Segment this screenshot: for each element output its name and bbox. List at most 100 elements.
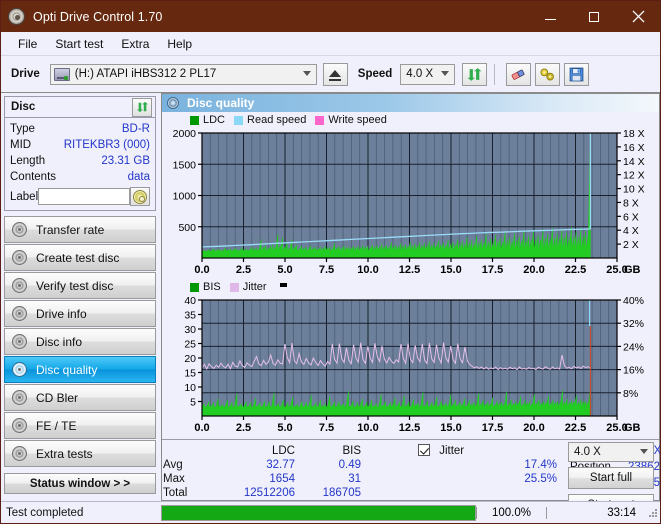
sidebar-item-verify-test-disc[interactable]: Verify test disc xyxy=(4,272,156,299)
svg-text:40: 40 xyxy=(184,295,196,307)
save-button[interactable] xyxy=(564,62,590,86)
disc-row-key: Type xyxy=(10,123,35,135)
chart2-wrap: 5 10 15 20 25 30 35 40 8% 16% 24% 32% 40% 0.0 2.5 5.0 7.… xyxy=(162,294,659,437)
maximize-button[interactable] xyxy=(572,1,616,32)
minimize-button[interactable] xyxy=(528,1,572,32)
save-icon xyxy=(569,67,584,81)
svg-text:8 X: 8 X xyxy=(623,197,639,209)
disc-icon xyxy=(12,418,27,433)
disc-panel-title: Disc xyxy=(11,101,36,113)
ldc-read-speed-chart[interactable]: 500 1000 1500 2000 2 X 4 X 6 X 8 X10 X 12 X 14 X 1… xyxy=(162,127,659,279)
stats-avg-bis: 0.49 xyxy=(338,459,361,471)
test-speed-value: 4.0 X xyxy=(574,446,601,458)
stats-row-label: Total xyxy=(163,487,188,499)
sidebar-item-disc-quality[interactable]: Disc quality xyxy=(4,356,156,383)
disc-icon xyxy=(12,334,27,349)
stats-total-ldc: 12512206 xyxy=(243,487,295,499)
tools-button[interactable] xyxy=(535,62,561,86)
main-panel-header: Disc quality xyxy=(162,94,659,112)
svg-text:0.0: 0.0 xyxy=(194,422,209,434)
stats-total-bis: 186705 xyxy=(322,487,361,499)
drive-select[interactable]: (H:) ATAPI iHBS312 2 PL17 xyxy=(49,63,317,85)
svg-text:10.0: 10.0 xyxy=(357,264,378,276)
svg-text:2 X: 2 X xyxy=(623,239,639,251)
erase-button[interactable] xyxy=(506,62,532,86)
sidebar-item-create-test-disc[interactable]: Create test disc xyxy=(4,244,156,271)
bis-jitter-chart[interactable]: 5 10 15 20 25 30 35 40 8% 16% 24% 32% 40% 0.0 2.5 5.0 7.… xyxy=(162,294,659,437)
disc-icon xyxy=(8,8,25,25)
disc-label-button[interactable] xyxy=(130,187,150,206)
drive-label: Drive xyxy=(11,68,40,80)
disc-icon xyxy=(12,306,27,321)
disc-panel-rows: Type BD-R MID RITEKBR3 (000) Length 23.3… xyxy=(5,118,155,210)
legend-label-write-speed: Write speed xyxy=(328,114,387,126)
sidebar-item-cd-bler[interactable]: CD Bler xyxy=(4,384,156,411)
sidebar-item-extra-tests[interactable]: Extra tests xyxy=(4,440,156,467)
sidebar-item-label: FE / TE xyxy=(36,418,77,433)
sidebar-item-transfer-rate[interactable]: Transfer rate xyxy=(4,216,156,243)
stats-col-ldc: LDC xyxy=(271,444,295,457)
progress-percent: 100.0% xyxy=(476,506,546,519)
eject-button[interactable] xyxy=(322,62,348,86)
menu-extra[interactable]: Extra xyxy=(112,34,158,54)
legend-label-bis: BIS xyxy=(203,281,221,293)
svg-text:35: 35 xyxy=(184,310,196,322)
disc-panel: Disc Type BD-R MID RITEKBR3 (000) Length… xyxy=(4,96,156,211)
sidebar-item-disc-info[interactable]: Disc info xyxy=(4,328,156,355)
legend-swatch-jitter xyxy=(229,282,239,292)
start-full-button[interactable]: Start full xyxy=(568,467,654,489)
window-controls xyxy=(528,1,660,32)
tools-icon xyxy=(540,68,555,80)
close-icon[interactable] xyxy=(616,1,660,32)
sidebar-item-fe-te[interactable]: FE / TE xyxy=(4,412,156,439)
stats-jitter-header: Jitter xyxy=(362,443,567,458)
sidebar-item-drive-info[interactable]: Drive info xyxy=(4,300,156,327)
legend-label-ldc: LDC xyxy=(203,114,226,126)
marker-block xyxy=(279,282,287,287)
svg-text:20: 20 xyxy=(184,353,196,365)
svg-text:15.0: 15.0 xyxy=(440,422,461,434)
disc-label-input[interactable] xyxy=(38,188,131,205)
resize-grip[interactable] xyxy=(646,508,660,518)
svg-text:30: 30 xyxy=(184,324,196,336)
progress-bar xyxy=(161,504,476,521)
svg-text:15: 15 xyxy=(184,368,196,380)
drive-select-value: (H:) ATAPI iHBS312 2 PL17 xyxy=(74,68,217,80)
sidebar-item-label: Disc quality xyxy=(36,362,98,377)
svg-text:8%: 8% xyxy=(623,388,638,400)
speed-select[interactable]: 4.0 X xyxy=(400,63,456,85)
menu-file[interactable]: File xyxy=(9,34,46,54)
stats-max-ldc: 1654 xyxy=(269,473,295,485)
svg-text:10: 10 xyxy=(184,382,196,394)
svg-text:1000: 1000 xyxy=(173,191,197,203)
eject-icon xyxy=(329,69,342,77)
legend-swatch-write-speed xyxy=(315,115,325,125)
disc-icon xyxy=(12,222,27,237)
jitter-checkbox[interactable] xyxy=(418,444,430,456)
refresh-icon xyxy=(467,67,482,81)
window-title: Opti Drive Control 1.70 xyxy=(33,9,163,24)
menu-help[interactable]: Help xyxy=(158,34,201,54)
refresh-button[interactable] xyxy=(462,62,488,86)
svg-text:18 X: 18 X xyxy=(623,128,645,140)
menu-start-test[interactable]: Start test xyxy=(46,34,112,54)
chevron-down-icon xyxy=(441,70,450,76)
svg-text:2.5: 2.5 xyxy=(236,422,251,434)
disc-panel-header: Disc xyxy=(5,97,155,118)
svg-text:15.0: 15.0 xyxy=(440,264,461,276)
status-window-wrap: Status window > > xyxy=(1,473,159,494)
chevron-down-icon xyxy=(302,70,311,76)
status-window-button[interactable]: Status window > > xyxy=(4,473,156,494)
svg-text:6 X: 6 X xyxy=(623,211,639,223)
chart2-legend: BIS Jitter xyxy=(162,280,659,294)
svg-text:0.0: 0.0 xyxy=(194,264,209,276)
disc-icon xyxy=(12,446,27,461)
svg-text:7.5: 7.5 xyxy=(319,264,334,276)
stats-row-label: Max xyxy=(163,473,185,485)
sidebar-item-label: Verify test disc xyxy=(36,278,114,293)
svg-text:20.0: 20.0 xyxy=(523,422,544,434)
svg-text:GB: GB xyxy=(624,422,641,434)
sidebar-item-label: Transfer rate xyxy=(36,222,105,237)
disc-refresh-button[interactable] xyxy=(132,97,152,117)
test-speed-select[interactable]: 4.0 X xyxy=(568,442,654,462)
